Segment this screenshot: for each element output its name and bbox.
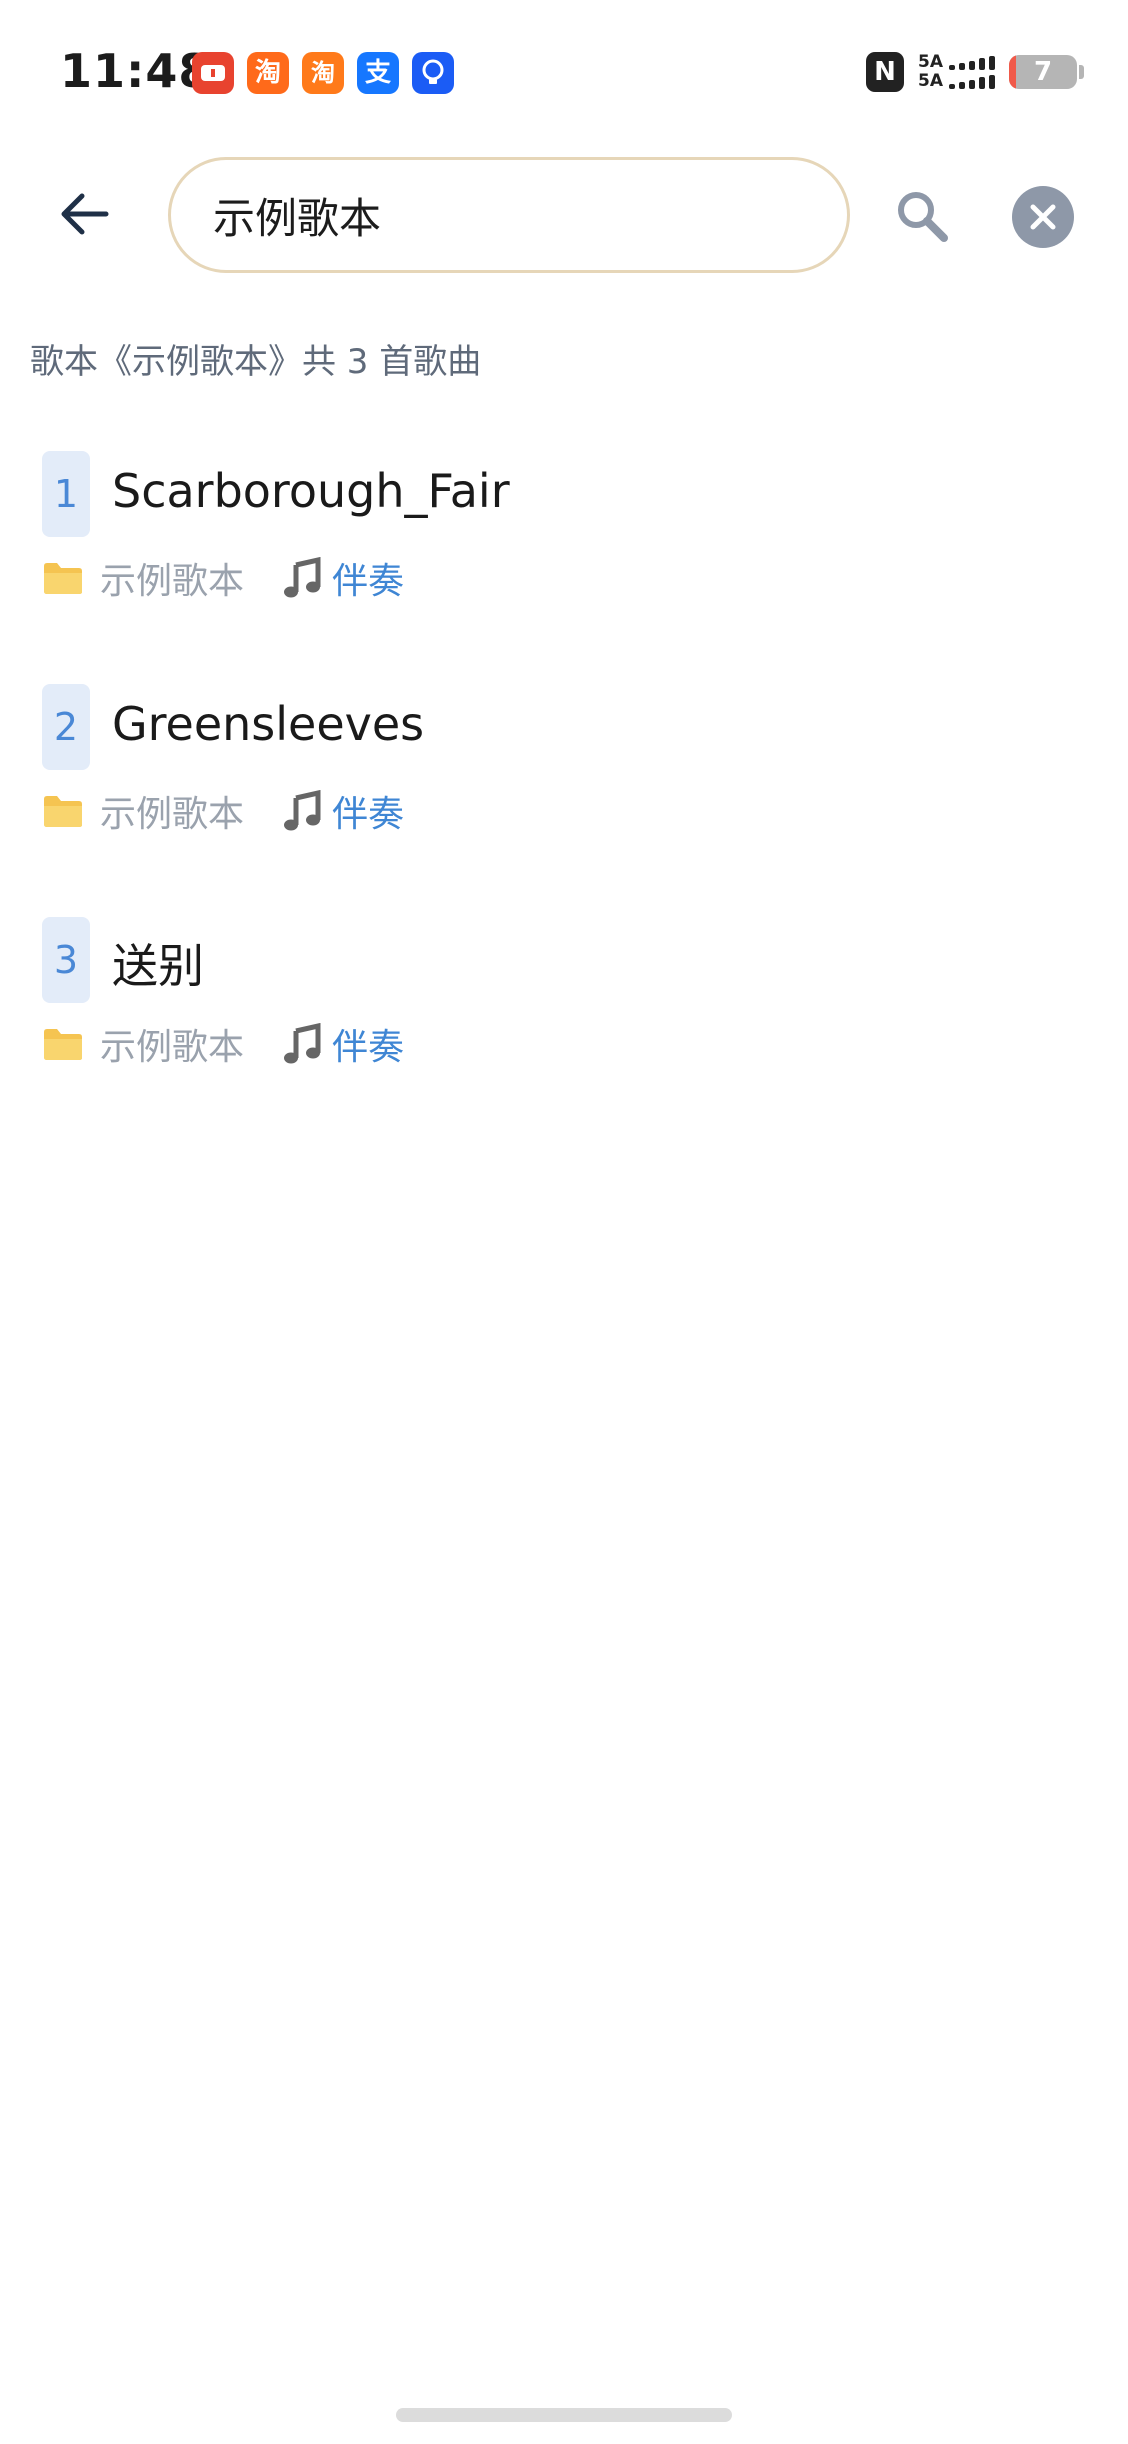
song-book-name: 示例歌本 bbox=[100, 794, 245, 835]
song-title[interactable]: Scarborough_Fair bbox=[112, 464, 510, 518]
music-note-icon bbox=[284, 1023, 321, 1064]
battery-icon: 7 bbox=[1009, 55, 1077, 89]
nfc-label: N bbox=[874, 57, 896, 87]
song-index-badge: 3 bbox=[42, 917, 90, 1003]
song-list: 1 Scarborough_Fair 示例歌本 伴奏 2 Greensleeve… bbox=[0, 440, 1128, 1139]
home-indicator[interactable] bbox=[396, 2408, 732, 2422]
song-meta: 示例歌本 伴奏 bbox=[42, 1016, 404, 1072]
song-title[interactable]: 送别 bbox=[112, 930, 204, 996]
magnifier-icon bbox=[898, 192, 948, 242]
taobao-special-icon: 淘 bbox=[302, 52, 344, 94]
song-book-name: 示例歌本 bbox=[100, 1027, 245, 1068]
music-note-icon bbox=[284, 557, 321, 598]
clear-search-button[interactable] bbox=[1012, 186, 1074, 248]
bulb-app-icon bbox=[412, 52, 454, 94]
search-input[interactable] bbox=[211, 189, 775, 241]
music-note-icon bbox=[284, 790, 321, 831]
song-item[interactable]: 2 Greensleeves 示例歌本 伴奏 bbox=[0, 673, 1128, 906]
signal-bars bbox=[949, 55, 995, 89]
back-button[interactable] bbox=[52, 182, 116, 246]
search-button[interactable] bbox=[890, 184, 954, 248]
battery-cap bbox=[1079, 65, 1084, 79]
search-box[interactable] bbox=[168, 157, 850, 273]
song-title[interactable]: Greensleeves bbox=[112, 697, 424, 751]
song-meta: 示例歌本 伴奏 bbox=[42, 550, 404, 606]
song-index-badge: 1 bbox=[42, 451, 90, 537]
song-item[interactable]: 3 送别 示例歌本 伴奏 bbox=[0, 906, 1128, 1139]
alipay-icon-glyph: 支 bbox=[364, 58, 391, 88]
arrow-left-icon bbox=[61, 193, 109, 235]
song-index-badge: 2 bbox=[42, 684, 90, 770]
taobao-icon-glyph: 淘 bbox=[254, 58, 281, 88]
folder-icon bbox=[44, 796, 82, 827]
folder-icon bbox=[44, 1029, 82, 1060]
accompaniment-link[interactable]: 伴奏 bbox=[332, 785, 404, 837]
status-bar: 11:48 淘 淘 支 N 5A 5A 7 bbox=[0, 0, 1128, 150]
notification-app-icons: 淘 淘 支 bbox=[192, 52, 454, 94]
nfc-icon: N bbox=[866, 52, 904, 92]
result-summary: 歌本《示例歌本》共 3 首歌曲 bbox=[30, 342, 482, 382]
status-indicators: N 5A 5A 7 bbox=[866, 52, 1084, 92]
taobao-special-icon-glyph: 淘 bbox=[311, 59, 335, 87]
alipay-icon: 支 bbox=[357, 52, 399, 94]
song-item[interactable]: 1 Scarborough_Fair 示例歌本 伴奏 bbox=[0, 440, 1128, 673]
accompaniment-link[interactable]: 伴奏 bbox=[332, 1018, 404, 1070]
close-icon bbox=[1030, 204, 1056, 230]
accompaniment-link[interactable]: 伴奏 bbox=[332, 552, 404, 604]
signal-label-sim2: 5A bbox=[918, 71, 943, 91]
folder-icon bbox=[44, 563, 82, 594]
signal-labels: 5A 5A bbox=[918, 53, 943, 91]
battery-level: 7 bbox=[1033, 57, 1053, 87]
taobao-icon: 淘 bbox=[247, 52, 289, 94]
status-time: 11:48 bbox=[60, 44, 212, 98]
video-app-icon bbox=[192, 52, 234, 94]
signal-label-sim1: 5A bbox=[918, 52, 943, 72]
song-book-name: 示例歌本 bbox=[100, 561, 245, 602]
cellular-signal-icon: 5A 5A bbox=[918, 53, 995, 91]
song-meta: 示例歌本 伴奏 bbox=[42, 783, 404, 839]
